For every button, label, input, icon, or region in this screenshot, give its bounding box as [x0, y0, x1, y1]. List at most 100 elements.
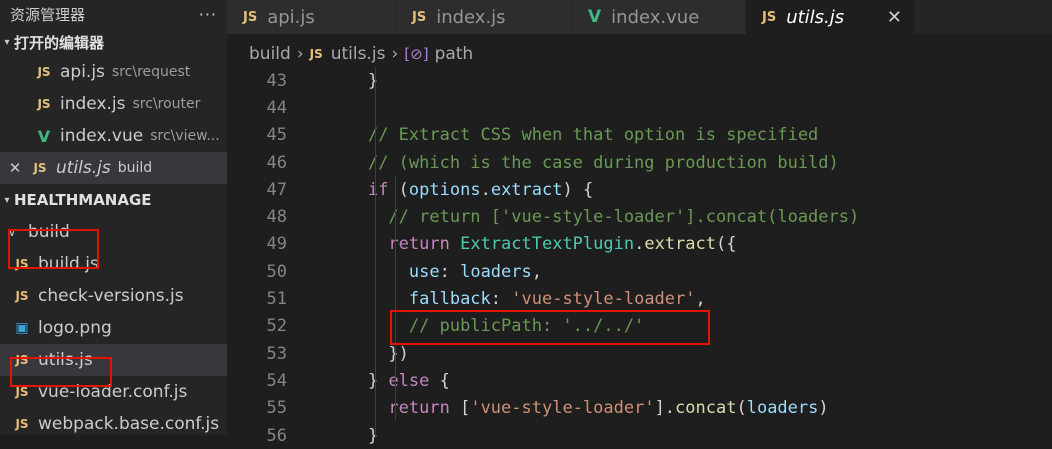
editor-tabs: JS api.js JS index.js V index.vue JS uti…	[227, 0, 1052, 34]
tab-utils-js[interactable]: JS utils.js ✕	[746, 0, 915, 34]
js-file-icon: JS	[243, 9, 258, 25]
line-number: 52	[266, 316, 287, 337]
project-section[interactable]: ▾ HEALTHMANAGE	[0, 184, 227, 216]
code-text: }	[367, 70, 379, 91]
open-editor-item-index-vue[interactable]: V index.vue src\view...	[0, 120, 227, 152]
file-name: check-versions.js	[38, 286, 184, 306]
js-file-icon: JS	[412, 9, 427, 25]
close-icon[interactable]: ✕	[6, 159, 24, 177]
folder-build[interactable]: ∨ build	[0, 216, 227, 248]
folder-name: build	[28, 222, 70, 242]
line-number: 48	[266, 207, 287, 228]
js-file-icon: JS	[15, 257, 29, 271]
code-line[interactable]: 43 }	[227, 67, 1052, 94]
code-text: })	[388, 343, 409, 364]
line-number: 43	[266, 70, 287, 91]
line-number: 51	[266, 289, 287, 310]
tab-api-js[interactable]: JS api.js	[227, 0, 396, 34]
variable-symbol-icon: [⊘]	[404, 45, 429, 63]
open-editor-item-api[interactable]: JS api.js src\request	[0, 56, 227, 88]
code-line[interactable]: 45 // Extract CSS when that option is sp…	[227, 122, 1052, 149]
chevron-right-icon: ›	[296, 44, 304, 64]
js-file-icon: JS	[15, 289, 29, 303]
code-line[interactable]: 56 }	[227, 422, 1052, 449]
open-editor-name: index.vue	[60, 126, 144, 146]
vue-file-icon: V	[588, 7, 602, 27]
js-file-icon: JS	[762, 9, 777, 25]
code-text: }	[367, 425, 379, 446]
open-editor-item-index-js[interactable]: JS index.js src\router	[0, 88, 227, 120]
tab-index-vue[interactable]: V index.vue	[572, 0, 746, 34]
tab-label: api.js	[267, 6, 315, 28]
open-editor-path: src\router	[132, 96, 201, 112]
open-editors-section[interactable]: ▾ 打开的编辑器	[0, 28, 227, 56]
js-file-icon: JS	[33, 161, 47, 175]
open-editor-name: utils.js	[56, 158, 111, 178]
code-text: // Extract CSS when that option is speci…	[367, 125, 819, 146]
file-item-logo-png[interactable]: ▣ logo.png	[0, 312, 227, 344]
file-name: vue-loader.conf.js	[38, 382, 188, 402]
breadcrumb-file[interactable]: utils.js	[331, 44, 386, 64]
js-file-icon: JS	[37, 65, 51, 79]
line-number: 53	[266, 343, 287, 364]
code-text: // return ['vue-style-loader'].concat(lo…	[388, 207, 860, 228]
code-text: } else {	[367, 370, 450, 391]
chevron-right-icon: ›	[391, 44, 399, 64]
file-item-check-versions[interactable]: JS check-versions.js	[0, 280, 227, 312]
code-text: // (which is the case during production …	[367, 152, 839, 173]
breadcrumb-symbol[interactable]: path	[435, 44, 474, 64]
line-number: 44	[266, 97, 287, 118]
file-item-build-js[interactable]: JS build.js	[0, 248, 227, 280]
code-line[interactable]: 55 return ['vue-style-loader'].concat(lo…	[227, 395, 1052, 422]
js-file-icon: JS	[15, 353, 29, 367]
explorer-header: 资源管理器 ···	[0, 0, 227, 28]
editor-area: JS api.js JS index.js V index.vue JS uti…	[227, 0, 1052, 446]
file-name: build.js	[38, 254, 99, 274]
explorer-sidebar: 资源管理器 ··· ▾ 打开的编辑器 JS api.js src\request…	[0, 0, 227, 435]
code-line[interactable]: 50 use: loaders,	[227, 258, 1052, 285]
line-number: 55	[266, 398, 287, 419]
code-line[interactable]: 52 // publicPath: '../../'	[227, 313, 1052, 340]
indent-guide	[375, 67, 376, 437]
code-line[interactable]: 51 fallback: 'vue-style-loader',	[227, 285, 1052, 312]
line-number: 49	[266, 234, 287, 255]
code-line[interactable]: 49 return ExtractTextPlugin.extract({	[227, 231, 1052, 258]
open-editor-item-utils[interactable]: ✕ JS utils.js build	[0, 152, 227, 184]
close-icon[interactable]: ✕	[887, 7, 902, 28]
js-file-icon: JS	[37, 97, 51, 111]
open-editor-path: src\request	[111, 64, 191, 80]
code-text: fallback: 'vue-style-loader',	[408, 289, 706, 310]
chevron-down-icon: ▾	[4, 194, 10, 206]
indent-guide	[395, 176, 396, 421]
breadcrumb-folder[interactable]: build	[249, 44, 291, 64]
js-file-icon: JS	[15, 417, 29, 431]
more-actions-icon[interactable]: ···	[199, 5, 217, 24]
file-name: utils.js	[38, 350, 93, 370]
code-editor[interactable]: 43 } 44 45 // Extract CSS when that option…	[227, 67, 1052, 449]
line-number: 47	[266, 179, 287, 200]
tab-index-js[interactable]: JS index.js	[396, 0, 572, 34]
code-text: return ExtractTextPlugin.extract({	[388, 234, 737, 255]
file-name: webpack.base.conf.js	[38, 414, 220, 434]
code-line[interactable]: 48 // return ['vue-style-loader'].concat…	[227, 203, 1052, 230]
vue-file-icon: V	[37, 126, 51, 146]
file-item-webpack-base-conf[interactable]: JS webpack.base.conf.js	[0, 408, 227, 435]
line-number: 50	[266, 261, 287, 282]
code-line[interactable]: 53 })	[227, 340, 1052, 367]
code-line[interactable]: 44	[227, 94, 1052, 121]
code-line[interactable]: 47 if (options.extract) {	[227, 176, 1052, 203]
js-file-icon: JS	[15, 385, 29, 399]
open-editor-path: src\view...	[150, 128, 220, 144]
open-editor-name: index.js	[60, 94, 126, 114]
open-editor-path: build	[117, 160, 153, 176]
project-title: HEALTHMANAGE	[14, 191, 152, 209]
js-file-icon: JS	[309, 47, 323, 61]
file-name: logo.png	[38, 318, 112, 338]
code-line[interactable]: 54 } else {	[227, 367, 1052, 394]
file-item-utils-js[interactable]: JS utils.js	[0, 344, 227, 376]
line-number: 46	[266, 152, 287, 173]
line-number: 56	[266, 425, 287, 446]
code-line[interactable]: 46 // (which is the case during producti…	[227, 149, 1052, 176]
tab-label: index.vue	[611, 6, 700, 28]
file-item-vue-loader-conf[interactable]: JS vue-loader.conf.js	[0, 376, 227, 408]
